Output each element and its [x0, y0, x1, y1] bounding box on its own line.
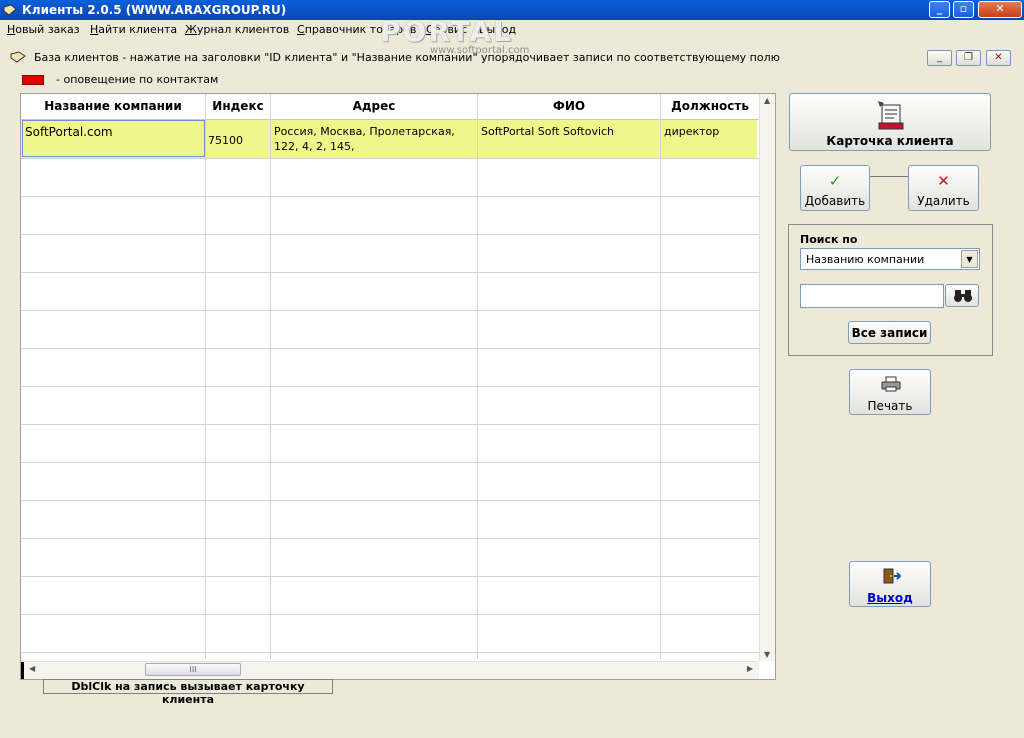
- menu-new-order[interactable]: Новый заказ: [7, 23, 80, 37]
- clients-grid[interactable]: Название компании Индекс Адрес ФИО Должн…: [20, 93, 776, 680]
- vertical-scrollbar[interactable]: ▲ ▼: [759, 94, 775, 661]
- cross-icon: ✕: [937, 172, 950, 190]
- cell-position: директор: [664, 125, 720, 138]
- child-restore-button[interactable]: ❐: [956, 50, 981, 66]
- col-fio[interactable]: ФИО: [478, 94, 661, 119]
- child-minimize-button[interactable]: _: [927, 50, 952, 66]
- exit-button[interactable]: Выход: [849, 561, 931, 607]
- window-title: Клиенты 2.0.5 (WWW.ARAXGROUP.RU): [22, 3, 287, 17]
- minimize-button[interactable]: _: [929, 1, 950, 18]
- delete-label: Удалить: [917, 194, 970, 208]
- scrollbar-marker: [21, 662, 24, 679]
- maximize-button[interactable]: ▫: [953, 1, 974, 18]
- close-window-button[interactable]: ✕: [978, 1, 1022, 18]
- horizontal-scroll-thumb[interactable]: III: [145, 663, 241, 676]
- exit-door-icon: [883, 568, 901, 584]
- horizontal-scrollbar[interactable]: ◀ III ▶: [21, 661, 759, 679]
- binoculars-icon: [954, 290, 972, 302]
- child-close-button[interactable]: ✕: [986, 50, 1011, 66]
- add-button[interactable]: ✓ Добавить: [800, 165, 870, 211]
- scroll-up-icon[interactable]: ▲: [764, 96, 770, 105]
- col-company[interactable]: Название компании: [21, 94, 206, 119]
- search-input[interactable]: [800, 284, 944, 308]
- child-window-icon: [10, 51, 26, 63]
- show-all-label: Все записи: [851, 326, 928, 340]
- delete-button[interactable]: ✕ Удалить: [908, 165, 979, 211]
- add-label: Добавить: [804, 194, 866, 208]
- menu-client-log[interactable]: Журнал клиентов: [185, 23, 289, 37]
- search-group-label: Поиск по: [800, 233, 858, 246]
- legend-text: - оповещение по контактам: [56, 73, 219, 86]
- client-card-label: Карточка клиента: [826, 134, 954, 148]
- show-all-button[interactable]: Все записи: [848, 321, 931, 344]
- chevron-down-icon[interactable]: ▼: [961, 250, 978, 268]
- cell-address-line2: 122, 4, 2, 145,: [274, 140, 355, 153]
- buttons-connector: [869, 176, 909, 177]
- exit-label: Выход: [867, 591, 913, 605]
- search-field-value: Названию компании: [806, 253, 925, 266]
- child-window-title: База клиентов - нажатие на заголовки "ID…: [34, 51, 780, 64]
- check-icon: ✓: [828, 172, 842, 190]
- app-icon: [3, 4, 17, 16]
- menu-find-client[interactable]: Найти клиента: [90, 23, 177, 37]
- search-field-select[interactable]: Названию компании ▼: [800, 248, 980, 270]
- cell-address-line1: Россия, Москва, Пролетарская,: [274, 125, 455, 138]
- printer-icon: [881, 376, 901, 392]
- client-card-button[interactable]: Карточка клиента: [789, 93, 991, 151]
- col-position[interactable]: Должность: [661, 94, 759, 119]
- col-address[interactable]: Адрес: [271, 94, 478, 119]
- cell-company: SoftPortal.com: [25, 125, 113, 139]
- col-index[interactable]: Индекс: [206, 94, 271, 119]
- child-window-title-bar: База клиентов - нажатие на заголовки "ID…: [0, 46, 1024, 68]
- cell-index: 75100: [208, 134, 243, 147]
- cell-fio: SoftPortal Soft Softovich: [481, 125, 615, 138]
- alert-color-swatch: [22, 75, 44, 85]
- watermark-logo: PORTAL: [380, 15, 514, 48]
- print-button[interactable]: Печать: [849, 369, 931, 415]
- scroll-right-icon[interactable]: ▶: [747, 664, 753, 673]
- client-card-icon: [878, 101, 904, 130]
- print-label: Печать: [867, 399, 913, 413]
- scroll-left-icon[interactable]: ◀: [29, 664, 35, 673]
- scroll-down-icon[interactable]: ▼: [764, 650, 770, 659]
- grid-header: Название компании Индекс Адрес ФИО Должн…: [21, 94, 759, 120]
- grid-hint: DblClk на запись вызывает карточку клиен…: [43, 679, 333, 706]
- search-button[interactable]: [945, 284, 979, 307]
